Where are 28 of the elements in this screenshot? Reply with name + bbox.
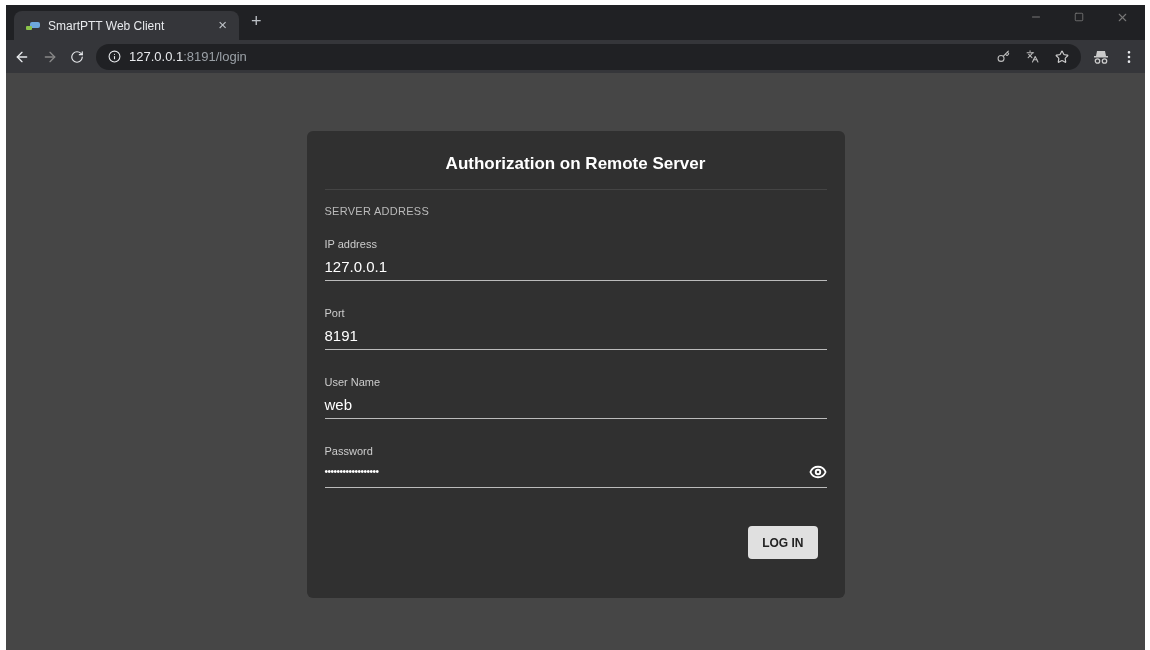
text-field[interactable]: IP address 127.0.0.1 [324,236,827,281]
field-label: Port [324,306,346,321]
translate-icon[interactable] [1026,50,1039,63]
new-tab-button[interactable]: + [251,8,262,35]
card-title: Authorization on Remote Server [324,151,827,190]
section-heading: SERVER ADDRESS [324,203,430,219]
field-value: web [324,394,353,415]
tab-title: SmartPTT Web Client [48,17,166,35]
reload-icon[interactable] [70,49,84,64]
url-text: 127.0.0.1:8191/login [129,47,248,66]
star-icon[interactable] [1055,49,1069,64]
field-value: •••••••••••••••••• [324,465,379,479]
text-field[interactable]: Port 8191 [324,305,827,350]
key-icon[interactable] [997,50,1010,63]
field-label: Password [324,444,374,459]
login-button[interactable]: LOG IN [748,526,818,559]
app-logo-icon [26,20,40,31]
field-value: 8191 [324,325,358,346]
text-field[interactable]: User Name web [324,374,827,419]
browser-tab[interactable]: SmartPTT Web Client × [14,11,239,40]
field-value: 127.0.0.1 [324,256,388,277]
password-field[interactable]: Password •••••••••••••••••• [324,443,827,488]
info-icon [108,50,121,63]
address-bar[interactable]: 127.0.0.1:8191/login [96,43,1081,70]
field-label: User Name [324,375,382,390]
incognito-icon[interactable] [1093,49,1109,64]
tab-close-button[interactable]: × [218,14,227,37]
field-label: IP address [324,237,378,252]
